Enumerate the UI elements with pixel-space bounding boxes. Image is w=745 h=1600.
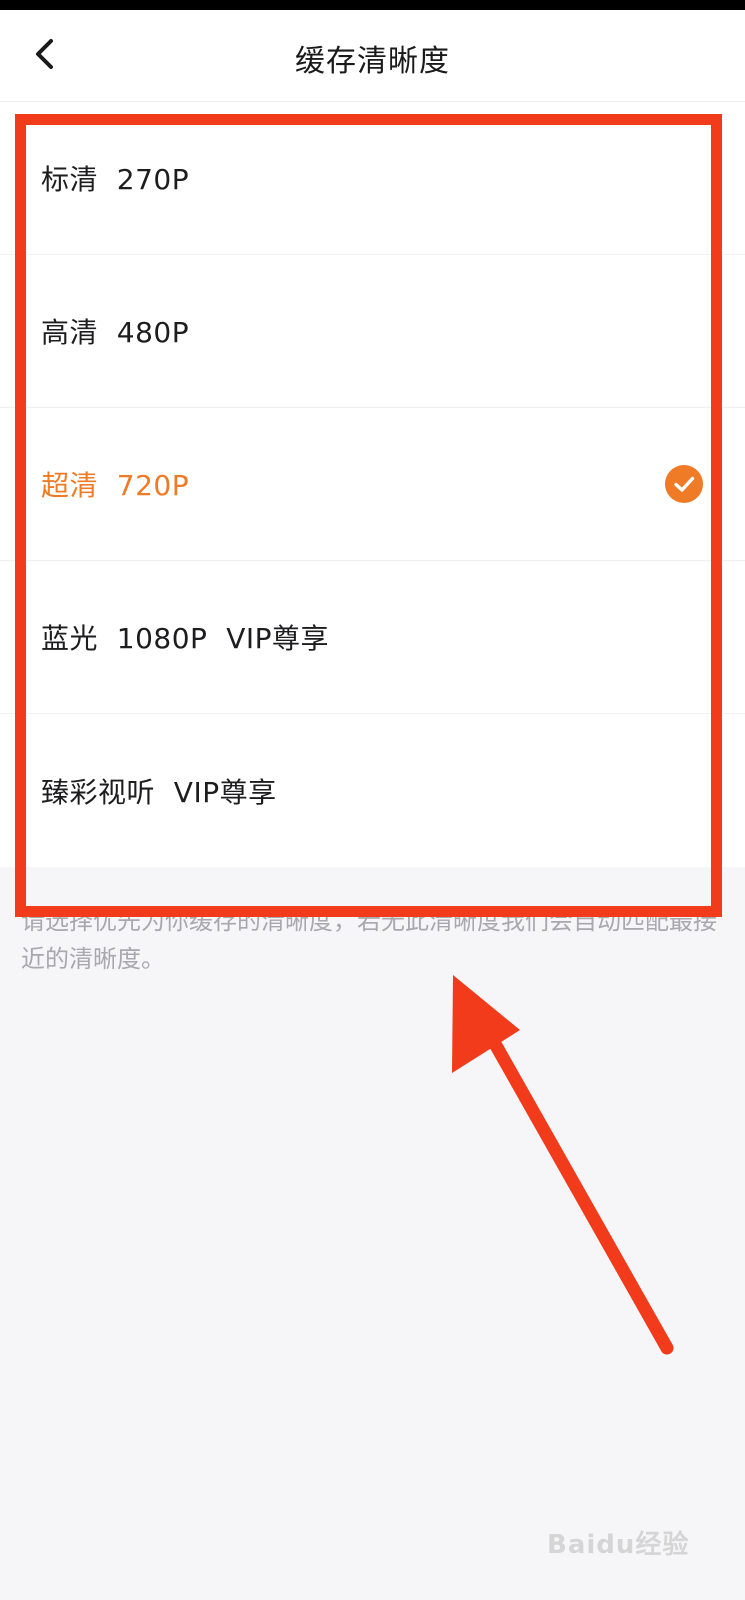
option-label: 超清 720P	[41, 469, 190, 502]
page-title: 缓存清晰度	[295, 44, 450, 79]
resolution-options-list: 标清 270P 高清 480P 超清 720P 蓝光 1080P VIP尊享 臻…	[0, 102, 745, 867]
option-label: 臻彩视听 VIP尊享	[41, 775, 277, 809]
option-row-270p[interactable]: 标清 270P	[0, 102, 745, 255]
option-row-480p[interactable]: 高清 480P	[0, 255, 745, 408]
option-label: 标清 270P	[41, 163, 190, 196]
option-row-1080p[interactable]: 蓝光 1080P VIP尊享	[0, 561, 745, 714]
watermark-text: Baidu经验	[547, 1530, 690, 1560]
navigation-bar: 缓存清晰度	[0, 10, 745, 102]
option-row-720p[interactable]: 超清 720P	[0, 408, 745, 561]
status-bar	[0, 0, 745, 10]
check-circle-icon	[665, 465, 703, 503]
option-label: 高清 480P	[41, 316, 190, 349]
option-label: 蓝光 1080P VIP尊享	[41, 622, 330, 655]
hint-text: 请选择优先为你缓存的清晰度，若无此清晰度我们会自动匹配最接近的清晰度。	[21, 907, 717, 973]
option-row-zhencai[interactable]: 臻彩视听 VIP尊享	[0, 714, 745, 867]
baidu-watermark: Baidu经验	[547, 1518, 697, 1564]
screen: 缓存清晰度 标清 270P 高清 480P 超清 720P 蓝光 1080P V…	[0, 0, 745, 1600]
